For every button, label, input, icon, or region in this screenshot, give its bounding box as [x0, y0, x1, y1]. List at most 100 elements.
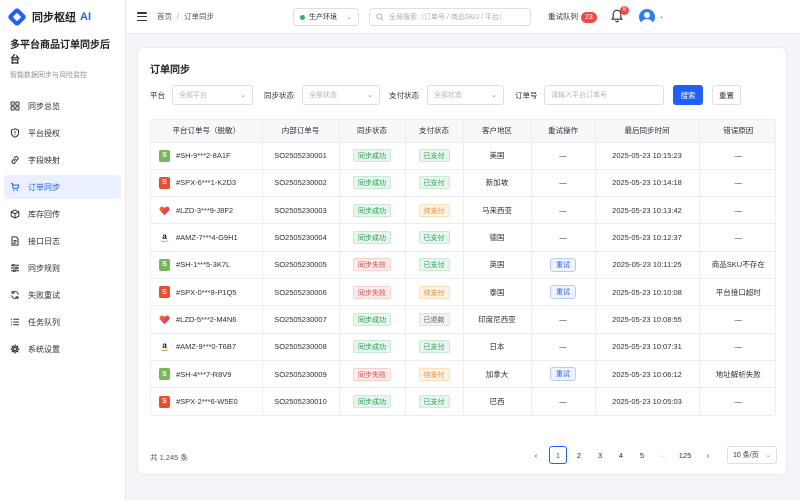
table-row: S #SPX-0***8-P1Q5 SO2505230006 同步失败 待支付 泰国 重试 2…: [151, 278, 775, 307]
pay-status-filter-label: 支付状态: [389, 91, 419, 100]
global-search-input[interactable]: 全局搜索（订单号 / 商品SKU / 平台）: [369, 8, 531, 26]
gear-icon: [10, 344, 20, 354]
platform-order-cell: #LZD-3***9-J8F2: [151, 196, 263, 225]
retry-empty: —: [559, 314, 567, 324]
internal-order-no: SO2505230009: [262, 360, 340, 389]
table-row: S #SH-4***7-R8V9 SO2505230009 同步失败 待支付 加拿大 重试 2…: [151, 360, 775, 389]
sidebar-item[interactable]: 同步规则: [4, 256, 121, 280]
reset-button[interactable]: 重置: [712, 85, 741, 105]
sidebar-item-label: 订单同步: [28, 182, 60, 192]
page-button-2[interactable]: 2: [570, 446, 588, 464]
order-no-input[interactable]: 请输入平台订单号: [544, 85, 664, 105]
platform-order-no: #SPX-0***8-P1Q5: [176, 287, 237, 297]
shield-icon: [10, 128, 20, 138]
retry-button[interactable]: 重试: [550, 367, 576, 382]
page-button-4[interactable]: 4: [612, 446, 630, 464]
breadcrumb-home[interactable]: 首页: [157, 11, 172, 22]
error-reason: 商品SKU不存在: [699, 251, 775, 279]
sidebar-item[interactable]: 字段映射: [4, 148, 121, 172]
menu-toggle-icon[interactable]: [137, 12, 147, 21]
customer-region: 印度尼西亚: [463, 305, 532, 334]
filter-bar: 平台 全部平台 ⌄ 同步状态 全部状态 ⌄ 支付状态 全部状态 ⌄ 订单号 请输…: [150, 85, 780, 105]
table-header: 平台订单号（脱敏） 内部订单号 同步状态 支付状态 客户地区 重试操作 最后同步时间 错误原因: [151, 120, 775, 143]
sidebar-item[interactable]: 任务队列: [4, 310, 121, 334]
pay-status-badge: 待支付: [418, 367, 450, 381]
sidebar-item[interactable]: 同步总览: [4, 94, 121, 118]
avatar[interactable]: [639, 9, 655, 25]
prev-page-button[interactable]: ‹: [527, 446, 545, 464]
last-sync-time: 2025-05-23 10:08:55: [595, 305, 700, 334]
next-page-button[interactable]: ›: [699, 446, 717, 464]
sidebar-item-label: 同步规则: [28, 263, 60, 273]
platform-order-cell: a #AMZ-7***4-G9H1: [151, 223, 263, 252]
error-reason: 平台接口超时: [699, 278, 775, 307]
platform-order-cell: #LZD-5***2-M4N6: [151, 305, 263, 334]
retry-queue-link[interactable]: 重试队列 23: [548, 11, 597, 23]
pagination-ellipsis[interactable]: ···: [654, 446, 672, 464]
sync-status-badge: 同步失败: [353, 258, 391, 272]
breadcrumb-current: 订单同步: [184, 12, 215, 21]
sync-status-cell: 同步成功: [339, 305, 406, 334]
sync-status-badge: 同步成功: [353, 395, 391, 409]
environment-label: 生产环境: [309, 14, 337, 21]
sliders-icon: [10, 263, 20, 273]
sync-status-cell: 同步失败: [339, 278, 406, 307]
sync-status-badge: 同步成功: [353, 231, 391, 245]
sidebar-item[interactable]: 接口日志: [4, 229, 121, 253]
pay-status-badge: 已支付: [418, 340, 450, 354]
sync-status-badge: 同步成功: [353, 176, 391, 190]
pay-status-filter-select[interactable]: 全部状态 ⌄: [427, 85, 504, 105]
sync-status-badge: 同步失败: [353, 285, 391, 299]
pay-status-cell: 已退款: [405, 305, 464, 334]
page-button-3[interactable]: 3: [591, 446, 609, 464]
last-sync-time: 2025-05-23 10:13:42: [595, 196, 700, 225]
sidebar-item[interactable]: 订单同步: [4, 175, 121, 199]
platform-order-cell: a #AMZ-9***0-T6B7: [151, 333, 263, 361]
last-sync-time: 2025-05-23 10:11:25: [595, 251, 700, 279]
sidebar-item[interactable]: 平台授权: [4, 121, 121, 145]
pay-status-cell: 待支付: [405, 278, 464, 307]
table-row: a #AMZ-9***0-T6B7 SO2505230008 同步成功 已支付 日本 —20…: [151, 333, 775, 361]
retry-button[interactable]: 重试: [550, 257, 576, 272]
sync-status-filter-select[interactable]: 全部状态 ⌄: [302, 85, 380, 105]
retry-empty: —: [559, 178, 567, 188]
sidebar-item[interactable]: 失败重试: [4, 283, 121, 307]
platform-filter-label: 平台: [150, 91, 165, 100]
sidebar-item[interactable]: 库存回传: [4, 202, 121, 226]
sidebar-item-label: 库存回传: [28, 209, 60, 219]
platform-order-no: #SH-9***2-8A1F: [176, 151, 231, 161]
customer-region: 巴西: [463, 387, 532, 415]
pay-status-cell: 已支付: [405, 251, 464, 279]
sync-status-cell: 同步成功: [339, 196, 406, 225]
chevron-down-icon[interactable]: ⌄: [659, 13, 664, 20]
total-count: 共 1,245 条: [150, 453, 188, 462]
brand[interactable]: 同步枢纽 AI: [0, 0, 125, 34]
internal-order-no: SO2505230004: [262, 223, 340, 252]
retry-queue-label: 重试队列: [548, 12, 578, 21]
page-button-last[interactable]: 125: [674, 446, 696, 464]
retry-empty: —: [559, 397, 567, 407]
retry-cell: 重试: [531, 278, 596, 307]
pay-status-cell: 待支付: [405, 196, 464, 225]
page-button-1[interactable]: 1: [549, 446, 567, 464]
internal-order-no: SO2505230006: [262, 278, 340, 307]
error-reason: —: [734, 397, 743, 407]
global-search-placeholder: 全局搜索（订单号 / 商品SKU / 平台）: [389, 14, 507, 21]
chevron-down-icon: ⌄: [765, 452, 771, 459]
sidebar-item[interactable]: 系统设置: [4, 337, 121, 361]
column-header: 同步状态: [339, 120, 406, 143]
brand-ai: AI: [80, 11, 91, 23]
retry-cell: —: [531, 387, 596, 415]
page-button-5[interactable]: 5: [633, 446, 651, 464]
table-row: S #SPX-6***1-K2D3 SO2505230002 同步成功 已支付 新加坡 —2…: [151, 169, 775, 198]
internal-order-no: SO2505230002: [262, 169, 340, 198]
page-size-select[interactable]: 10 条/页 ⌄: [727, 446, 777, 464]
search-button[interactable]: 搜索: [673, 85, 703, 105]
platform-filter-select[interactable]: 全部平台 ⌄: [172, 85, 253, 105]
retry-button[interactable]: 重试: [550, 285, 576, 300]
environment-select[interactable]: 生产环境 ⌄: [293, 8, 359, 26]
error-reason: —: [699, 223, 775, 252]
sync-status-badge: 同步成功: [353, 312, 391, 326]
pay-status-badge: 已支付: [418, 176, 450, 190]
chevron-down-icon: ⌄: [491, 92, 497, 99]
